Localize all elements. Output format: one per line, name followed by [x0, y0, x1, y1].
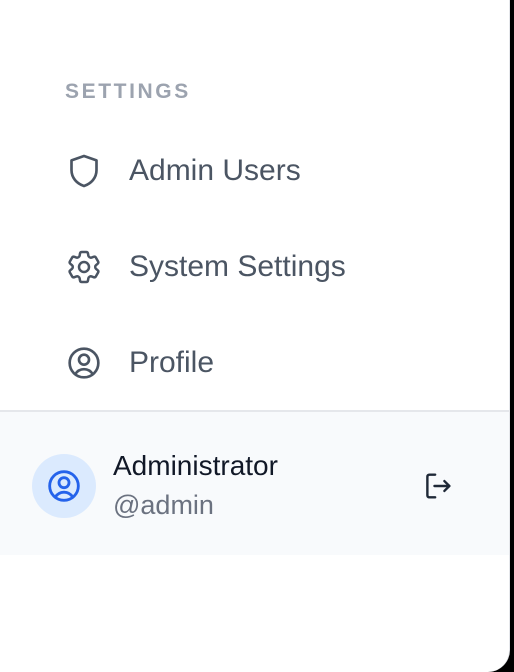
- sidebar-item-system-settings[interactable]: System Settings: [0, 235, 509, 299]
- avatar[interactable]: [32, 454, 96, 518]
- sidebar-item-profile[interactable]: Profile: [0, 331, 509, 395]
- sidebar-item-label: System Settings: [129, 250, 346, 283]
- user-handle: @admin: [113, 490, 214, 520]
- sidebar-item-label: Profile: [129, 346, 215, 379]
- user-circle-icon: [64, 343, 104, 383]
- user-circle-icon: [48, 470, 80, 502]
- logout-icon: [426, 473, 451, 499]
- logout-button[interactable]: [420, 468, 456, 504]
- shield-icon: [64, 151, 104, 191]
- sidebar-item-admin-users[interactable]: Admin Users: [0, 139, 509, 203]
- gear-icon: [64, 247, 104, 287]
- user-panel: Administrator @admin: [0, 410, 509, 555]
- section-header-settings: SETTINGS: [65, 80, 191, 103]
- user-name: Administrator: [113, 450, 278, 481]
- sidebar: SETTINGS Admin Users System Settings Pro…: [0, 0, 510, 672]
- sidebar-item-label: Admin Users: [129, 154, 301, 187]
